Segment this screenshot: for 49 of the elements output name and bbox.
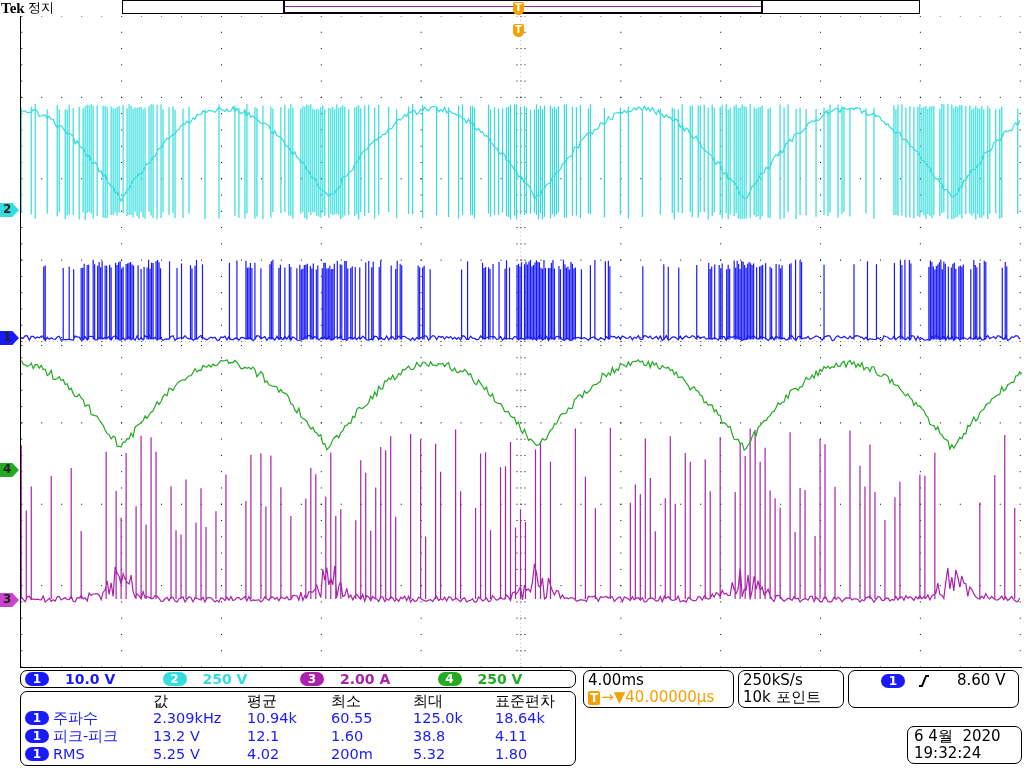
trigger-marker: T bbox=[588, 690, 601, 705]
record-length: 10k 포인트 bbox=[743, 689, 822, 706]
channel-marker[interactable]: 2 bbox=[0, 203, 19, 217]
measurement-name: RMS bbox=[53, 745, 85, 763]
column-header: 최소 bbox=[331, 693, 362, 709]
column-header: 표준편차 bbox=[495, 693, 556, 709]
channel-marker[interactable]: 3 bbox=[0, 593, 19, 607]
channel-marker[interactable]: 4 bbox=[0, 463, 19, 477]
measurement-value: 38.8 bbox=[413, 727, 447, 745]
measurement-name: 피크-피크 bbox=[53, 727, 119, 745]
channel-badge[interactable]: 4 bbox=[437, 672, 462, 686]
trigger-delay: →▼40.00000µs bbox=[601, 689, 715, 706]
source-badge: 1 bbox=[25, 747, 49, 761]
measurement-value: 4.02 bbox=[247, 745, 281, 763]
date-text: 6 4월 2020 bbox=[914, 728, 1002, 745]
measurement-value: 12.1 bbox=[247, 727, 281, 745]
channel-scale: 10.0 V bbox=[65, 671, 116, 687]
brand-logo: Tek bbox=[1, 0, 25, 16]
measurement-value: 5.25 V bbox=[153, 745, 201, 763]
source-badge: 1 bbox=[25, 729, 49, 743]
sample-rate: 250kS/s bbox=[743, 672, 804, 689]
trigger-position-marker: T bbox=[513, 2, 524, 15]
measurement-value: 10.94k bbox=[247, 709, 298, 727]
measurement-value: 60.55 bbox=[331, 709, 374, 727]
column-header: 평균 bbox=[247, 693, 278, 709]
column-header: 최대 bbox=[413, 693, 444, 709]
time-text: 19:32:24 bbox=[914, 745, 983, 762]
trigger-position-marker: T bbox=[513, 24, 524, 37]
measurement-value: 13.2 V bbox=[153, 727, 201, 745]
measurement-value: 2.309kHz bbox=[153, 709, 223, 727]
source-badge: 1 bbox=[25, 711, 49, 725]
measurement-value: 1.60 bbox=[331, 727, 365, 745]
measurement-name: 주파수 bbox=[53, 709, 98, 727]
channel-badge[interactable]: 1 bbox=[25, 672, 49, 686]
measurement-value: 200m bbox=[331, 745, 374, 763]
trigger-source-badge: 1 bbox=[881, 673, 905, 688]
measurement-value: 18.64k bbox=[495, 709, 546, 727]
time-scale: 4.00ms bbox=[588, 672, 645, 689]
measurement-value: 1.80 bbox=[495, 745, 529, 763]
acquisition-status: 정지 bbox=[27, 0, 54, 16]
channel-scale: 2.00 A bbox=[340, 671, 391, 687]
trigger-level: 8.60 V bbox=[957, 672, 1006, 689]
measurement-value: 5.32 bbox=[413, 745, 447, 763]
column-header: 값 bbox=[153, 693, 169, 709]
channel-badge[interactable]: 3 bbox=[300, 672, 324, 686]
measurement-value: 4.11 bbox=[495, 727, 529, 745]
channel-scale: 250 V bbox=[202, 671, 248, 687]
measurement-value: 125.0k bbox=[413, 709, 464, 727]
channel-scale: 250 V bbox=[477, 671, 523, 687]
